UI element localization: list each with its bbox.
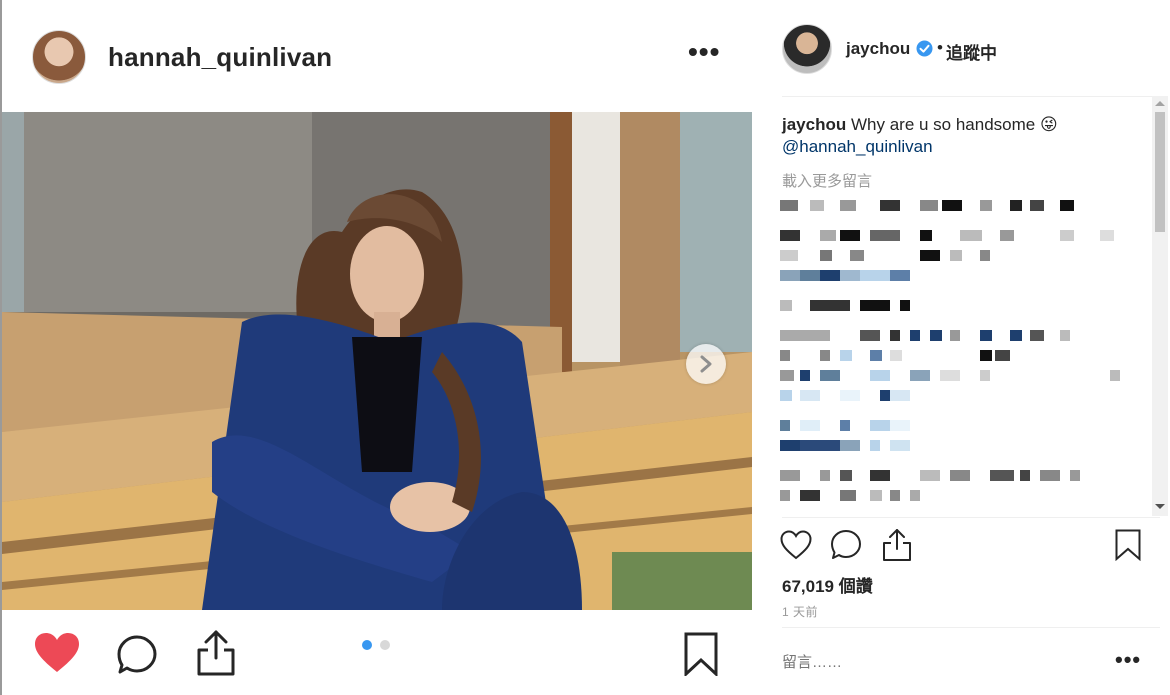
comment-bubble-icon <box>117 635 157 674</box>
pixelated-comment-row <box>780 250 1040 261</box>
carousel-dot <box>380 640 390 650</box>
following-button[interactable]: 追蹤中 <box>946 39 997 64</box>
scroll-down-arrow-icon[interactable] <box>1155 504 1165 509</box>
pixelated-comment-row <box>780 420 920 431</box>
author-username[interactable]: hannah_quinlivan <box>108 42 332 73</box>
verified-badge-icon <box>916 40 933 57</box>
post-photo[interactable] <box>2 112 752 610</box>
more-options-button[interactable]: ••• <box>688 38 720 66</box>
comments-scrollbar[interactable] <box>1152 96 1168 516</box>
scroll-up-arrow-icon[interactable] <box>1155 101 1165 106</box>
post-caption: jaychou Why are u so handsome 😜 @hannah_… <box>782 114 1142 158</box>
header-divider <box>782 96 1160 97</box>
comment-bubble-icon <box>831 530 861 559</box>
chevron-right-icon <box>700 355 712 373</box>
sidebar-like-button[interactable] <box>780 530 812 565</box>
caption-text: Why are u so handsome 😜 <box>850 115 1058 134</box>
bookmark-icon <box>684 632 718 678</box>
follow-separator: • <box>937 38 943 57</box>
scrollbar-thumb[interactable] <box>1155 112 1165 232</box>
share-button[interactable] <box>196 630 236 681</box>
post-timestamp[interactable]: 1 天前 <box>782 603 818 620</box>
caption-username[interactable]: jaychou <box>782 115 846 134</box>
heart-outline-icon <box>780 530 812 560</box>
pixelated-comment-row <box>780 230 1120 241</box>
sidebar-share-button[interactable] <box>882 528 912 567</box>
carousel-next-button[interactable] <box>686 344 726 384</box>
author-avatar[interactable] <box>32 30 86 84</box>
carousel-dot-active <box>362 640 372 650</box>
sidebar-comment-button[interactable] <box>830 529 862 566</box>
comment-box-divider <box>782 627 1160 628</box>
pixelated-comment-row <box>780 270 930 281</box>
like-button[interactable] <box>34 632 80 679</box>
post-photo-image <box>2 112 752 610</box>
pixelated-comment-row <box>780 350 1030 361</box>
comment-input[interactable] <box>782 654 1102 671</box>
sidebar-save-button[interactable] <box>1115 529 1141 566</box>
pixelated-comment-row <box>780 370 1120 381</box>
pixelated-comment-row <box>780 300 920 311</box>
commenter-avatar[interactable] <box>782 24 832 74</box>
caption-mention-link[interactable]: @hannah_quinlivan <box>782 137 933 156</box>
bookmark-icon <box>1115 529 1141 562</box>
post-details-panel: jaychou • 追蹤中 jaychou Why are u so hands… <box>760 0 1170 695</box>
post-media-panel: hannah_quinlivan ••• <box>2 0 752 695</box>
sidebar-username[interactable]: jaychou <box>846 39 910 59</box>
load-more-comments-link[interactable]: 載入更多留言 <box>782 170 872 191</box>
pixelated-comment-row <box>780 490 930 501</box>
comment-button[interactable] <box>116 634 158 681</box>
pixelated-comment-row <box>780 440 920 451</box>
share-upload-icon <box>197 630 235 676</box>
comments-divider <box>782 517 1160 518</box>
pixelated-comment-row <box>780 390 920 401</box>
pixelated-comment-row <box>780 330 1070 341</box>
likes-count[interactable]: 67,019 個讚 <box>782 572 873 597</box>
comment-more-options-button[interactable]: ••• <box>1115 649 1141 671</box>
heart-filled-icon <box>35 633 79 672</box>
post-header: hannah_quinlivan ••• <box>2 0 752 112</box>
post-actions-bar <box>2 610 752 695</box>
share-upload-icon <box>883 529 911 561</box>
pixelated-comment-row <box>780 470 1090 481</box>
save-bookmark-button[interactable] <box>684 632 718 681</box>
pixelated-comment-row <box>780 200 1100 211</box>
